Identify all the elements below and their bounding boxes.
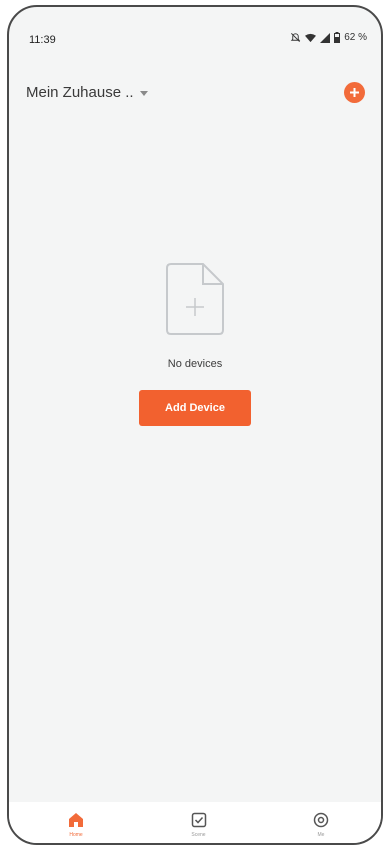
bottom-tab-bar: Home Scene Me [9, 802, 381, 843]
battery-icon [334, 32, 341, 43]
tab-me[interactable]: Me [299, 802, 343, 843]
empty-message: No devices [167, 358, 223, 370]
status-bar: 11:39 62 % [9, 7, 381, 59]
tab-home[interactable]: Home [54, 802, 98, 843]
home-icon [69, 813, 83, 827]
scene-checkbox-icon [191, 812, 206, 828]
wifi-icon [305, 33, 317, 43]
home-selector[interactable]: Mein Zuhause .. [26, 84, 148, 101]
chevron-down-icon [139, 91, 148, 96]
notifications-off-icon [290, 32, 301, 43]
empty-state: No devices Add Device [9, 262, 381, 426]
document-add-icon [166, 263, 224, 335]
plus-circle-icon[interactable] [344, 82, 365, 103]
me-profile-icon [313, 812, 329, 828]
status-icons: 62 % [290, 32, 367, 43]
tab-scene-label: Scene [191, 832, 206, 838]
tab-me-label: Me [317, 832, 325, 838]
tab-home-label: Home [69, 832, 83, 838]
battery-percent: 62 % [344, 32, 367, 43]
home-name-label: Mein Zuhause .. [26, 84, 134, 101]
tab-scene[interactable]: Scene [177, 802, 221, 843]
status-time: 11:39 [29, 34, 56, 46]
signal-icon [320, 32, 331, 43]
header: Mein Zuhause .. [9, 77, 381, 109]
add-device-button[interactable]: Add Device [139, 390, 251, 426]
phone-frame: 11:39 62 % Mein Zuhause .. No devices Ad… [7, 5, 383, 845]
